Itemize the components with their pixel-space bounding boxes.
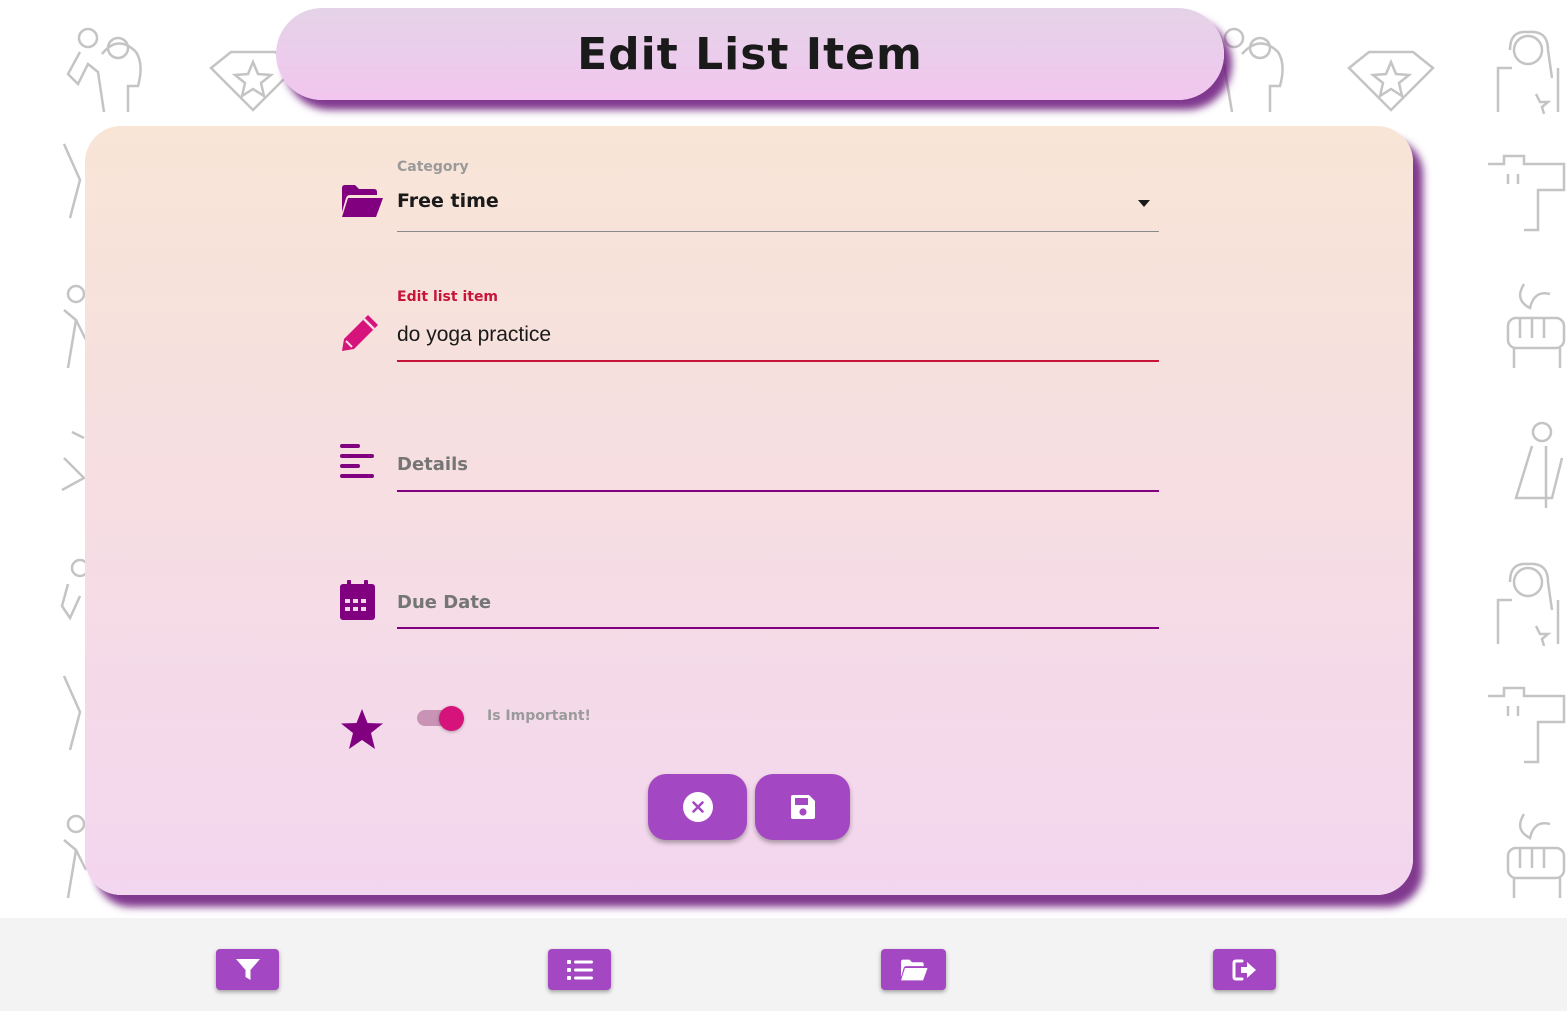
save-button[interactable] [755, 774, 850, 840]
details-input[interactable] [397, 448, 1157, 480]
category-underline [397, 231, 1159, 232]
folder-open-icon [900, 959, 928, 980]
hero-cape-icon [61, 430, 87, 492]
hero-gun-icon [1488, 154, 1566, 232]
category-label: Category [397, 159, 469, 175]
list-item-underline [397, 360, 1159, 362]
cancel-button[interactable] [648, 774, 747, 840]
important-label: Is Important! [487, 708, 591, 724]
edit-form-card [85, 126, 1413, 895]
details-underline [397, 490, 1159, 492]
align-left-icon [340, 444, 374, 478]
chevron-down-icon [1138, 200, 1150, 207]
floppy-disk-icon [790, 795, 815, 819]
hero-fist-icon [1506, 813, 1566, 898]
hero-woman-icon [1496, 562, 1560, 646]
category-select[interactable]: Free time [397, 186, 1159, 230]
list-button[interactable] [548, 949, 611, 990]
list-icon [566, 959, 593, 980]
sign-out-icon [1232, 959, 1256, 980]
hero-cape-icon [1514, 421, 1564, 508]
category-selected-value: Free time [397, 190, 499, 212]
list-item-input[interactable] [397, 318, 1157, 352]
close-circle-icon [682, 792, 713, 822]
star-icon [341, 709, 383, 749]
pencil-icon [342, 315, 378, 351]
logout-button[interactable] [1213, 949, 1276, 990]
folder-open-icon [342, 185, 383, 217]
hero-figure-icon [66, 27, 142, 113]
hero-badge-icon [1347, 50, 1435, 112]
hero-gun-icon [1488, 686, 1566, 764]
list-item-label: Edit list item [397, 289, 499, 305]
due-date-input[interactable] [397, 586, 1157, 618]
filter-icon [235, 958, 260, 980]
hero-woman-icon [1496, 30, 1560, 114]
toggle-thumb [439, 706, 464, 731]
page-title: Edit List Item [577, 28, 923, 80]
filter-button[interactable] [216, 949, 279, 990]
due-date-underline [397, 627, 1159, 629]
calendar-icon [340, 580, 375, 620]
hero-fist-icon [1506, 283, 1566, 368]
categories-button[interactable] [881, 949, 946, 990]
hero-figure-icon [1222, 27, 1284, 113]
title-banner: Edit List Item [276, 8, 1224, 100]
